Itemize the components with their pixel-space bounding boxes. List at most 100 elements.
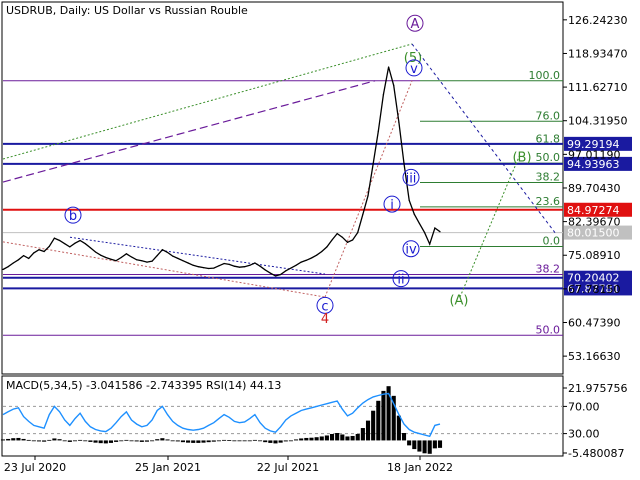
- macd-bar: [57, 439, 62, 441]
- price-point: [336, 232, 338, 235]
- price-point: [48, 245, 50, 248]
- macd-bar: [432, 440, 437, 449]
- price-point: [156, 255, 158, 257]
- price-point: [2, 268, 4, 271]
- price-tick-label: 97.01190: [568, 148, 621, 161]
- macd-bar: [407, 440, 412, 446]
- macd-bar: [67, 440, 72, 442]
- price-point: [439, 231, 441, 233]
- usdrub-chart: 100.076.061.850.038.223.60.038.250.0 99.…: [0, 1, 632, 474]
- fib-level-label: 100.0: [529, 69, 561, 82]
- price-point: [321, 250, 323, 253]
- macd-bar: [216, 440, 221, 442]
- price-point: [58, 239, 61, 242]
- macd-bar: [247, 440, 252, 442]
- macd-bar: [139, 440, 144, 442]
- price-point: [84, 243, 86, 245]
- price-point: [285, 270, 287, 272]
- macd-bar: [371, 410, 376, 441]
- macd-bar: [72, 440, 78, 442]
- macd-bar: [103, 440, 108, 444]
- price-point: [238, 266, 241, 268]
- price-point: [341, 236, 343, 238]
- price-point: [352, 239, 354, 241]
- price-point: [393, 84, 395, 86]
- macd-bar: [62, 440, 67, 442]
- price-point: [331, 239, 333, 241]
- macd-bar: [222, 439, 227, 441]
- macd-bar: [93, 440, 98, 443]
- macd-bar: [52, 438, 57, 441]
- price-point: [38, 249, 40, 251]
- price-point: [218, 265, 220, 267]
- fib-level-label: 50.0: [536, 151, 561, 164]
- price-point: [413, 213, 415, 215]
- price-point: [228, 263, 230, 265]
- price-tick-label: 111.62710: [568, 81, 628, 94]
- fib-level-label: 23.6: [536, 195, 561, 208]
- price-point: [264, 269, 266, 271]
- macd-bar: [319, 436, 324, 441]
- macd-bar: [268, 440, 273, 443]
- price-point: [74, 242, 76, 244]
- price-point: [53, 237, 56, 239]
- price-point: [233, 265, 235, 267]
- wave-label: ii: [397, 273, 404, 288]
- price-point: [166, 251, 169, 254]
- price-point: [146, 261, 148, 263]
- price-tick-label: 67.78150: [568, 283, 621, 296]
- price-point: [249, 264, 251, 266]
- macd-bar: [11, 438, 16, 441]
- price-point: [259, 265, 261, 267]
- price-point: [33, 252, 35, 254]
- wave-label: A: [411, 17, 420, 32]
- macd-bar: [144, 440, 150, 442]
- fib-level-label: 38.2: [536, 170, 561, 183]
- price-point: [223, 262, 225, 265]
- price-point: [372, 163, 374, 165]
- price-point: [120, 256, 122, 259]
- price-point: [362, 213, 364, 215]
- price-point: [254, 262, 256, 264]
- price-tick-label: 89.70430: [568, 182, 621, 195]
- macd-bar: [186, 440, 191, 443]
- macd-bar: [381, 390, 386, 441]
- macd-bar: [258, 440, 263, 442]
- price-point: [213, 267, 215, 269]
- macd-bar: [365, 420, 371, 441]
- price-tick-label: 75.08910: [568, 249, 621, 262]
- time-tick-label: 22 Jul 2021: [257, 461, 319, 474]
- macd-bar: [314, 437, 319, 441]
- price-point: [28, 257, 30, 260]
- price-point: [310, 257, 313, 259]
- wave-label: (B): [512, 151, 531, 166]
- macd-bar: [376, 400, 381, 441]
- wave-label: v: [410, 62, 418, 77]
- time-tick-label: 23 Jul 2020: [4, 461, 66, 474]
- price-point: [187, 262, 189, 264]
- price-point: [367, 195, 369, 197]
- price-point: [100, 254, 102, 256]
- price-point: [161, 249, 163, 251]
- price-point: [22, 255, 25, 257]
- macd-bar: [191, 440, 196, 443]
- time-tick-label: 18 Jan 2022: [387, 461, 453, 474]
- price-point: [125, 253, 127, 255]
- osc-tick-label: 30.00: [568, 428, 600, 441]
- fib-lower-label: 38.2: [536, 263, 561, 276]
- macd-bar: [227, 440, 232, 441]
- price-point: [269, 272, 271, 274]
- time-tick-label: 25 Jan 2021: [135, 461, 201, 474]
- price-point: [202, 267, 205, 269]
- price-point: [429, 243, 431, 245]
- macd-bar: [417, 440, 422, 452]
- macd-bar: [129, 440, 134, 442]
- macd-bar: [360, 428, 365, 441]
- wave-label: (A): [449, 293, 468, 308]
- wave-label: b: [69, 209, 77, 224]
- price-point: [79, 239, 81, 242]
- macd-bar: [293, 439, 299, 441]
- price-tick-label: 118.93470: [568, 47, 628, 60]
- price-point: [7, 266, 9, 268]
- price-tick-label: 53.16630: [568, 350, 621, 363]
